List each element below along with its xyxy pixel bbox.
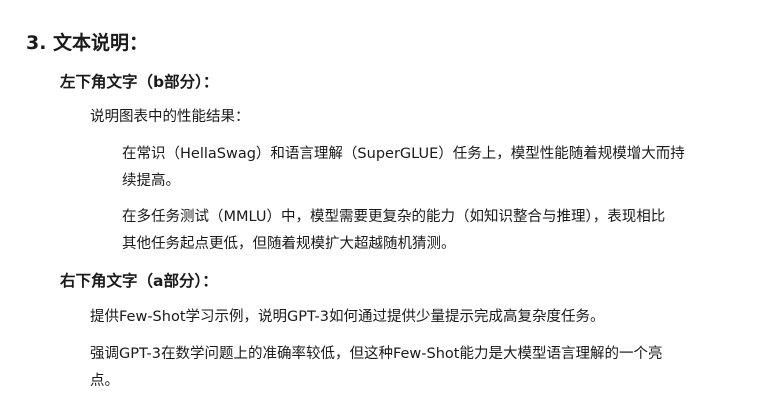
- lower-left-item-2-line-2: 其他任务起点更低，但随着规模扩大超越随机猜测。: [122, 236, 456, 252]
- lower-right-item-2: 强调GPT-3在数学问题上的准确率较低，但这种Few-Shot能力是大模型语言理…: [90, 341, 760, 395]
- lower-left-heading: 左下角文字（b部分）：: [60, 73, 219, 91]
- lower-left-item-1-line-2: 续提高。: [122, 173, 180, 189]
- lower-right-item-1: 提供Few-Shot学习示例，说明GPT-3如何通过提供少量提示完成高复杂度任务…: [90, 309, 605, 325]
- lower-right-heading: 右下角文字（a部分）：: [60, 272, 218, 290]
- section-title: 3. 文本说明：: [26, 32, 149, 54]
- lower-left-item-2-line-1: 在多任务测试（MMLU）中，模型需要更复杂的能力（如知识整合与推理），表现相比: [122, 209, 666, 225]
- lower-left-item-1-line-1: 在常识（HellaSwag）和语言理解（SuperGLUE）任务上，模型性能随着…: [122, 146, 685, 162]
- lower-right-item-2-line-2: 点。: [90, 373, 119, 389]
- lower-left-intro: 说明图表中的性能结果：: [90, 109, 250, 125]
- lower-right-item-2-line-1: 强调GPT-3在数学问题上的准确率较低，但这种Few-Shot能力是大模型语言理…: [90, 346, 663, 362]
- document-body: 3. 文本说明： 左下角文字（b部分）： 说明图表中的性能结果： 在常识（Hel…: [0, 0, 770, 410]
- lower-left-item-2: 在多任务测试（MMLU）中，模型需要更复杂的能力（如知识整合与推理），表现相比 …: [122, 204, 762, 258]
- lower-left-item-1: 在常识（HellaSwag）和语言理解（SuperGLUE）任务上，模型性能随着…: [122, 141, 762, 195]
